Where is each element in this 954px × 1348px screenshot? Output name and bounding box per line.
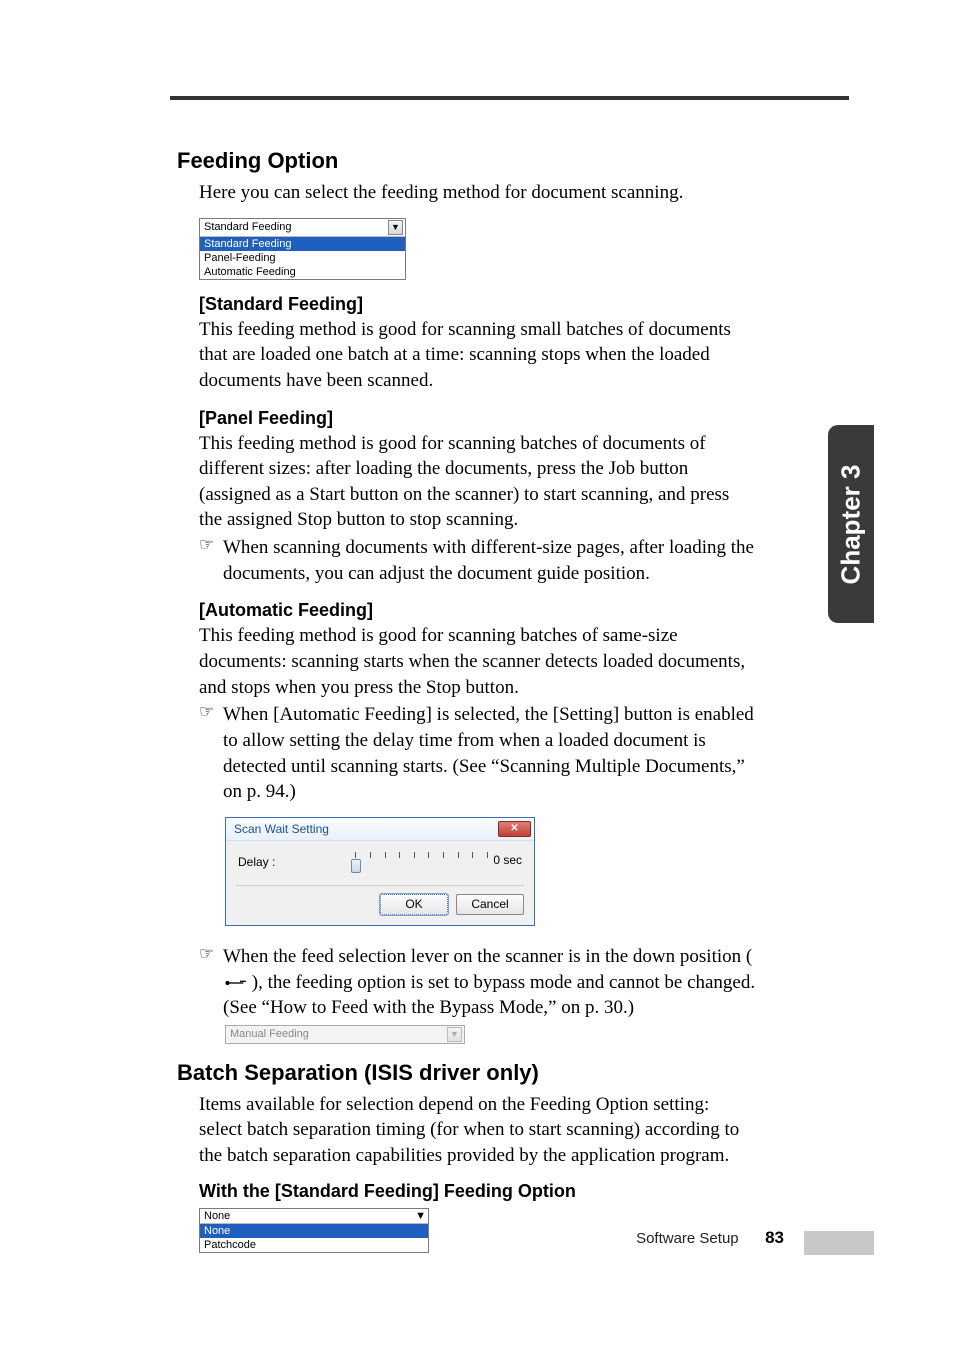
heading-standard-feeding: [Standard Feeding] (199, 294, 757, 315)
delay-label: Delay : (238, 855, 275, 869)
heading-with-standard-feeding: With the [Standard Feeding] Feeding Opti… (199, 1181, 757, 1202)
panel-feeding-text: This feeding method is good for scanning… (199, 431, 757, 534)
pointing-hand-icon: ☞ (199, 944, 223, 1021)
feed-lever-down-icon (223, 978, 247, 988)
automatic-feeding-note2: When the feed selection lever on the sca… (223, 944, 757, 1021)
standard-feeding-text: This feeding method is good for scanning… (199, 317, 757, 394)
manual-feeding-label: Manual Feeding (230, 1028, 309, 1040)
feeding-option-intro: Here you can select the feeding method f… (199, 180, 757, 206)
cancel-button[interactable]: Cancel (456, 894, 524, 915)
heading-automatic-feeding: [Automatic Feeding] (199, 600, 757, 621)
feeding-option-dropdown-disabled: Manual Feeding ▼ (225, 1025, 465, 1044)
heading-batch-separation: Batch Separation (ISIS driver only) (177, 1060, 757, 1086)
footer-section-label: Software Setup (636, 1230, 739, 1247)
top-rule (170, 96, 849, 100)
feeding-option-selected: Standard Feeding (204, 221, 291, 233)
batch-separation-intro: Items available for selection depend on … (199, 1092, 757, 1169)
chapter-label: Chapter 3 (836, 464, 867, 584)
heading-panel-feeding: [Panel Feeding] (199, 408, 757, 429)
delay-slider[interactable]: 0 sec (355, 851, 522, 873)
feeding-option-item-standard[interactable]: Standard Feeding (200, 237, 405, 251)
ok-button[interactable]: OK (380, 894, 448, 915)
feeding-option-dropdown[interactable]: Standard Feeding ▼ Standard Feeding Pane… (199, 218, 406, 280)
chevron-down-icon[interactable]: ▼ (388, 220, 403, 235)
chapter-side-tab: Chapter 3 (828, 425, 874, 623)
close-icon[interactable]: ✕ (498, 821, 531, 837)
dialog-title: Scan Wait Setting (234, 822, 329, 836)
batch-separation-selected: None (204, 1210, 230, 1222)
footer-page-number: 83 (765, 1228, 784, 1247)
pointing-hand-icon: ☞ (199, 535, 223, 586)
feeding-option-item-automatic[interactable]: Automatic Feeding (200, 265, 405, 279)
chevron-down-icon: ▼ (447, 1027, 462, 1042)
slider-thumb[interactable] (351, 859, 361, 873)
delay-value: 0 sec (493, 853, 522, 867)
footer-accent-bar (804, 1231, 874, 1255)
panel-feeding-note: When scanning documents with different-s… (223, 535, 757, 586)
automatic-feeding-note1: When [Automatic Feeding] is selected, th… (223, 702, 757, 805)
automatic-feeding-text: This feeding method is good for scanning… (199, 623, 757, 700)
feeding-option-item-panel[interactable]: Panel-Feeding (200, 251, 405, 265)
chevron-down-icon[interactable]: ▼ (415, 1210, 426, 1222)
scan-wait-dialog: Scan Wait Setting ✕ Delay : 0 sec OK (225, 817, 535, 926)
heading-feeding-option: Feeding Option (177, 148, 757, 174)
pointing-hand-icon: ☞ (199, 702, 223, 805)
